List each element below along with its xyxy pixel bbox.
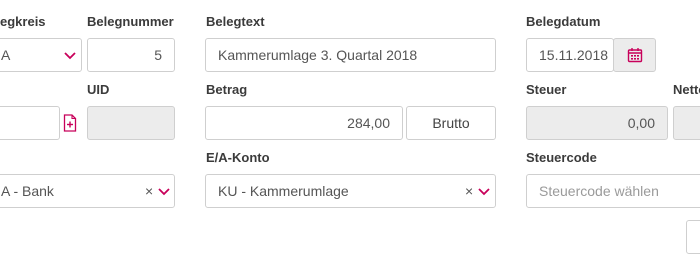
steuer-input[interactable]: 0,00 — [526, 106, 668, 140]
belegdatum-label: Belegdatum — [526, 14, 601, 29]
betrag-value: 284,00 — [347, 115, 390, 131]
belegnummer-input[interactable]: 5 — [87, 38, 175, 72]
belegtext-value: Kammerumlage 3. Quartal 2018 — [218, 47, 418, 63]
belegdatum-value: 15.11.2018 — [539, 47, 609, 63]
uid-input[interactable] — [87, 106, 175, 140]
ea-konto-label: E/A-Konto — [206, 150, 270, 165]
ea-konto-select[interactable]: KU - Kammerumlage × — [205, 174, 496, 208]
calendar-icon — [627, 48, 643, 63]
betrag-input[interactable]: 284,00 — [205, 106, 403, 140]
calendar-button[interactable] — [613, 38, 656, 72]
steuercode-placeholder: Steuercode wählen — [539, 183, 659, 199]
belegnummer-label: Belegnummer — [87, 14, 174, 29]
belegkreis-select[interactable]: A — [0, 38, 82, 72]
belegdatum-input[interactable]: 15.11.2018 — [526, 38, 614, 72]
uid-label: UID — [87, 82, 110, 97]
belegkreis-value: A — [1, 47, 11, 63]
footer-button[interactable] — [686, 220, 700, 254]
ea-konto-value: KU - Kammerumlage — [218, 183, 349, 199]
steuercode-select[interactable]: Steuercode wählen — [526, 174, 700, 208]
chevron-down-icon — [158, 188, 170, 196]
belegtext-input[interactable]: Kammerumlage 3. Quartal 2018 — [205, 38, 496, 72]
belegkreis-label: egkreis — [0, 14, 46, 29]
steuercode-label: Steuercode — [526, 150, 597, 165]
chevron-down-icon — [478, 188, 490, 196]
steuer-label: Steuer — [526, 82, 567, 97]
chevron-down-icon — [64, 52, 76, 60]
konto-select[interactable]: A - Bank × — [0, 174, 175, 208]
clear-icon[interactable]: × — [465, 175, 473, 207]
partner-input[interactable] — [0, 106, 60, 140]
netto-label: Netto — [673, 82, 700, 97]
netto-input[interactable] — [673, 106, 700, 140]
konto-value: A - Bank — [1, 183, 54, 199]
add-document-icon[interactable] — [63, 114, 77, 132]
belegnummer-value: 5 — [154, 47, 162, 63]
belegtext-label: Belegtext — [206, 14, 265, 29]
brutto-button[interactable]: Brutto — [406, 106, 496, 140]
betrag-label: Betrag — [206, 82, 248, 97]
clear-icon[interactable]: × — [145, 175, 153, 207]
steuer-value: 0,00 — [627, 115, 655, 131]
